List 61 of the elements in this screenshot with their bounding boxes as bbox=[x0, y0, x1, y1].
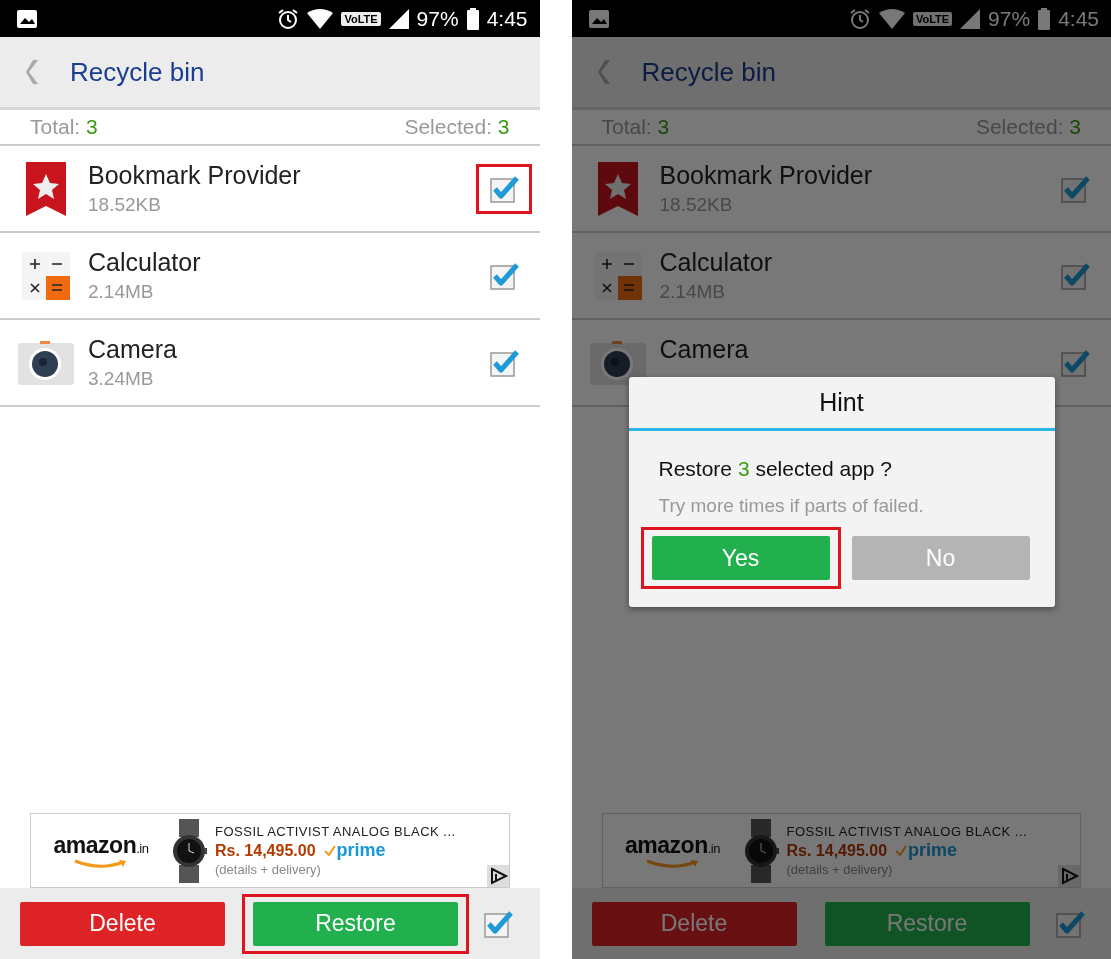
smile-arrow-icon bbox=[644, 859, 701, 869]
product-title: FOSSIL ACTIVIST ANALOG BLACK ... bbox=[215, 824, 456, 839]
battery-icon bbox=[466, 7, 479, 30]
app-size: 3.24MB bbox=[88, 368, 155, 390]
app-size: 2.14MB bbox=[88, 281, 155, 303]
check-icon bbox=[895, 844, 908, 857]
bookmark-icon bbox=[597, 161, 638, 216]
price: Rs. 14,495.00 bbox=[786, 841, 888, 860]
app-name: Calculator bbox=[659, 248, 774, 277]
product-title: FOSSIL ACTIVIST ANALOG BLACK ... bbox=[786, 824, 1028, 839]
app-name: Camera bbox=[659, 335, 750, 364]
alarm-icon bbox=[277, 7, 300, 30]
ad-banner[interactable]: amazon.in FOSSIL ACTIVIST ANALOG BLACK ... Rs. 14,495.00 prime (details + delivery) bbox=[30, 813, 510, 888]
signal-icon bbox=[960, 8, 981, 29]
delivery-note: (details + delivery) bbox=[786, 862, 894, 877]
delete-button[interactable]: Delete bbox=[20, 901, 225, 946]
restore-button[interactable]: Restore bbox=[253, 901, 458, 946]
back-icon[interactable] bbox=[597, 59, 612, 85]
total-count: Total: 3 bbox=[30, 115, 98, 139]
alarm-icon bbox=[848, 7, 871, 30]
network-badge: VoLTE bbox=[912, 11, 953, 26]
prime-label: prime bbox=[336, 840, 386, 861]
screen-title: Recycle bin bbox=[70, 56, 205, 88]
price: Rs. 14,495.00 bbox=[215, 841, 316, 860]
logo-text: amazon.in bbox=[625, 832, 720, 859]
smile-arrow-icon bbox=[73, 859, 129, 869]
signal-icon bbox=[388, 8, 409, 29]
bookmark-icon bbox=[26, 161, 66, 216]
app-name: Bookmark Provider bbox=[88, 161, 302, 190]
dialog-title: Hint bbox=[819, 388, 864, 417]
battery-percent: 97% bbox=[416, 6, 459, 31]
wifi-icon bbox=[878, 8, 905, 29]
delivery-note: (details + delivery) bbox=[215, 862, 322, 877]
yes-button[interactable]: Yes bbox=[651, 536, 830, 580]
clock: 4:45 bbox=[486, 6, 528, 31]
logo-text: amazon.in bbox=[53, 832, 149, 859]
ad-banner[interactable]: amazon.in FOSSIL ACTIVIST ANALOG BLACK ... Rs. 14,495.00 prime (details + delivery) bbox=[601, 813, 1081, 888]
battery-percent: 97% bbox=[988, 6, 1031, 31]
app-name: Camera bbox=[88, 335, 178, 364]
app-name: Calculator bbox=[88, 248, 202, 277]
selected-count: Selected: 3 bbox=[404, 115, 510, 139]
screen-title: Recycle bin bbox=[641, 56, 776, 88]
battery-icon bbox=[1038, 7, 1051, 30]
dialog-message: Restore 3 selected app ? bbox=[658, 457, 893, 481]
restore-button[interactable]: Restore bbox=[824, 901, 1030, 946]
wifi-icon bbox=[307, 8, 334, 29]
back-icon[interactable] bbox=[26, 59, 40, 85]
calculator-icon bbox=[22, 251, 70, 300]
delete-button[interactable]: Delete bbox=[591, 901, 797, 946]
app-name: Bookmark Provider bbox=[659, 161, 874, 190]
app-size: 18.52KB bbox=[88, 194, 162, 216]
image-icon bbox=[588, 9, 609, 28]
dialog-hint: Try more times if parts of failed. bbox=[658, 495, 925, 517]
check-icon bbox=[323, 844, 336, 857]
no-button[interactable]: No bbox=[851, 536, 1030, 580]
prime-label: prime bbox=[908, 840, 958, 861]
image-icon bbox=[17, 9, 37, 28]
network-badge: VoLTE bbox=[341, 11, 381, 26]
camera-icon bbox=[18, 340, 74, 385]
clock: 4:45 bbox=[1058, 6, 1099, 31]
ad-choices-icon[interactable] bbox=[486, 865, 509, 887]
